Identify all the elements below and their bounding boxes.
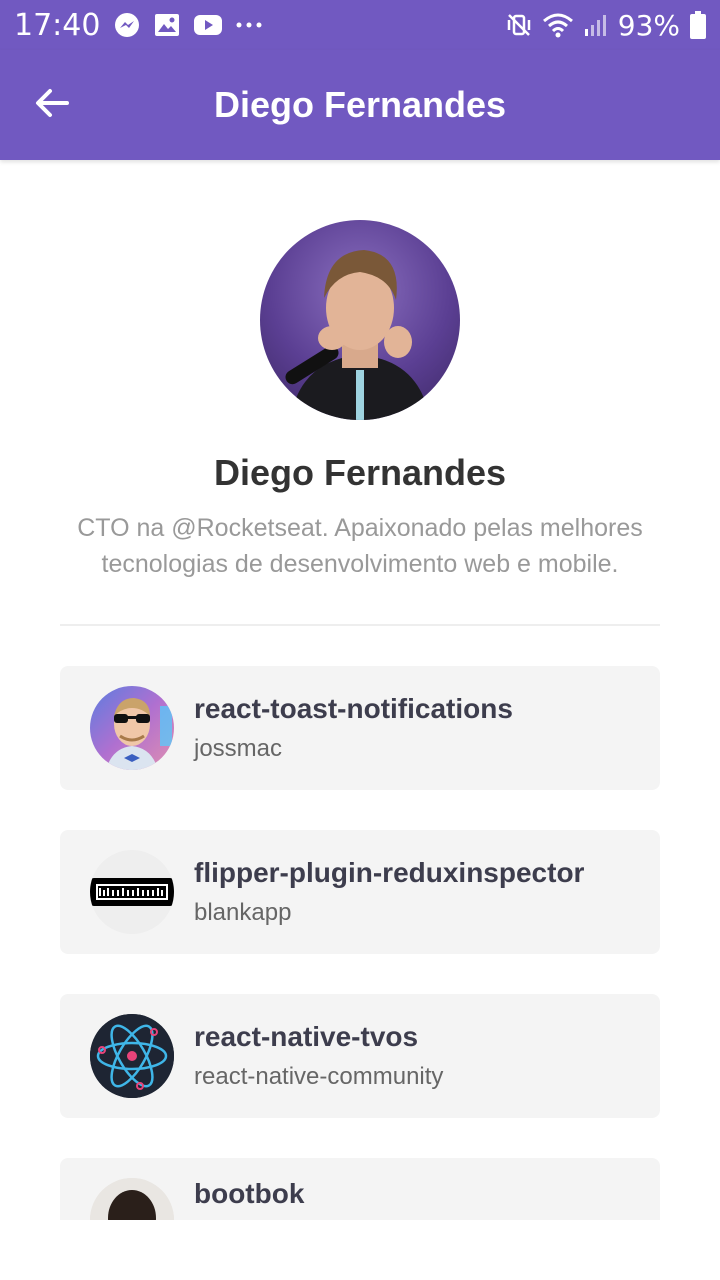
more-icon xyxy=(236,21,262,29)
app-bar: Diego Fernandes xyxy=(0,50,720,160)
avatar xyxy=(260,220,460,420)
back-button[interactable] xyxy=(28,81,76,129)
wifi-icon xyxy=(542,12,574,38)
repo-name: bootbok xyxy=(194,1178,305,1209)
arrow-left-icon xyxy=(35,88,69,123)
repo-owner: jossmac xyxy=(194,735,283,762)
repo-info: react-native-tvos react-native-community xyxy=(194,1021,443,1091)
status-time: 17:40 xyxy=(14,7,101,43)
repo-info: react-toast-notifications jossmac xyxy=(194,693,513,763)
repo-owner: blankapp xyxy=(194,899,292,926)
owner-avatar xyxy=(90,1178,174,1220)
user-name: Diego Fernandes xyxy=(213,452,507,493)
repo-info: flipper-plugin-reduxinspector blankapp xyxy=(194,857,584,927)
vibrate-mute-icon xyxy=(506,12,532,38)
starred-repo-list: react-toast-notifications jossmac flippe… xyxy=(0,666,720,1220)
battery-icon xyxy=(690,11,706,39)
owner-avatar xyxy=(90,686,174,770)
user-bio: CTO na @Rocketseat. Apaixonado pelas mel… xyxy=(77,514,643,578)
image-icon xyxy=(154,13,180,37)
page-title: Diego Fernandes xyxy=(213,84,507,125)
list-item[interactable]: react-native-tvos react-native-community xyxy=(60,994,660,1118)
user-detail-content[interactable]: Diego Fernandes CTO na @Rocketseat. Apai… xyxy=(0,160,720,1220)
list-item[interactable]: react-toast-notifications jossmac xyxy=(60,666,660,790)
profile-header: Diego Fernandes CTO na @Rocketseat. Apai… xyxy=(0,160,720,582)
owner-avatar xyxy=(90,1014,174,1098)
messenger-icon xyxy=(114,12,140,38)
repo-name: flipper-plugin-reduxinspector xyxy=(194,857,585,888)
screen-bottom xyxy=(0,1220,720,1280)
list-item[interactable]: bootbok xyxy=(60,1158,660,1220)
divider xyxy=(60,624,660,626)
repo-name: react-native-tvos xyxy=(194,1021,419,1052)
repo-owner: react-native-community xyxy=(194,1063,444,1090)
youtube-icon xyxy=(194,14,223,36)
battery-percent: 93% xyxy=(617,8,680,42)
status-bar: 17:40 93% xyxy=(0,0,720,50)
repo-info: bootbok xyxy=(194,1178,304,1220)
list-item[interactable]: flipper-plugin-reduxinspector blankapp xyxy=(60,830,660,954)
repo-name: react-toast-notifications xyxy=(194,693,513,724)
signal-icon xyxy=(584,13,608,37)
owner-avatar xyxy=(90,850,174,934)
